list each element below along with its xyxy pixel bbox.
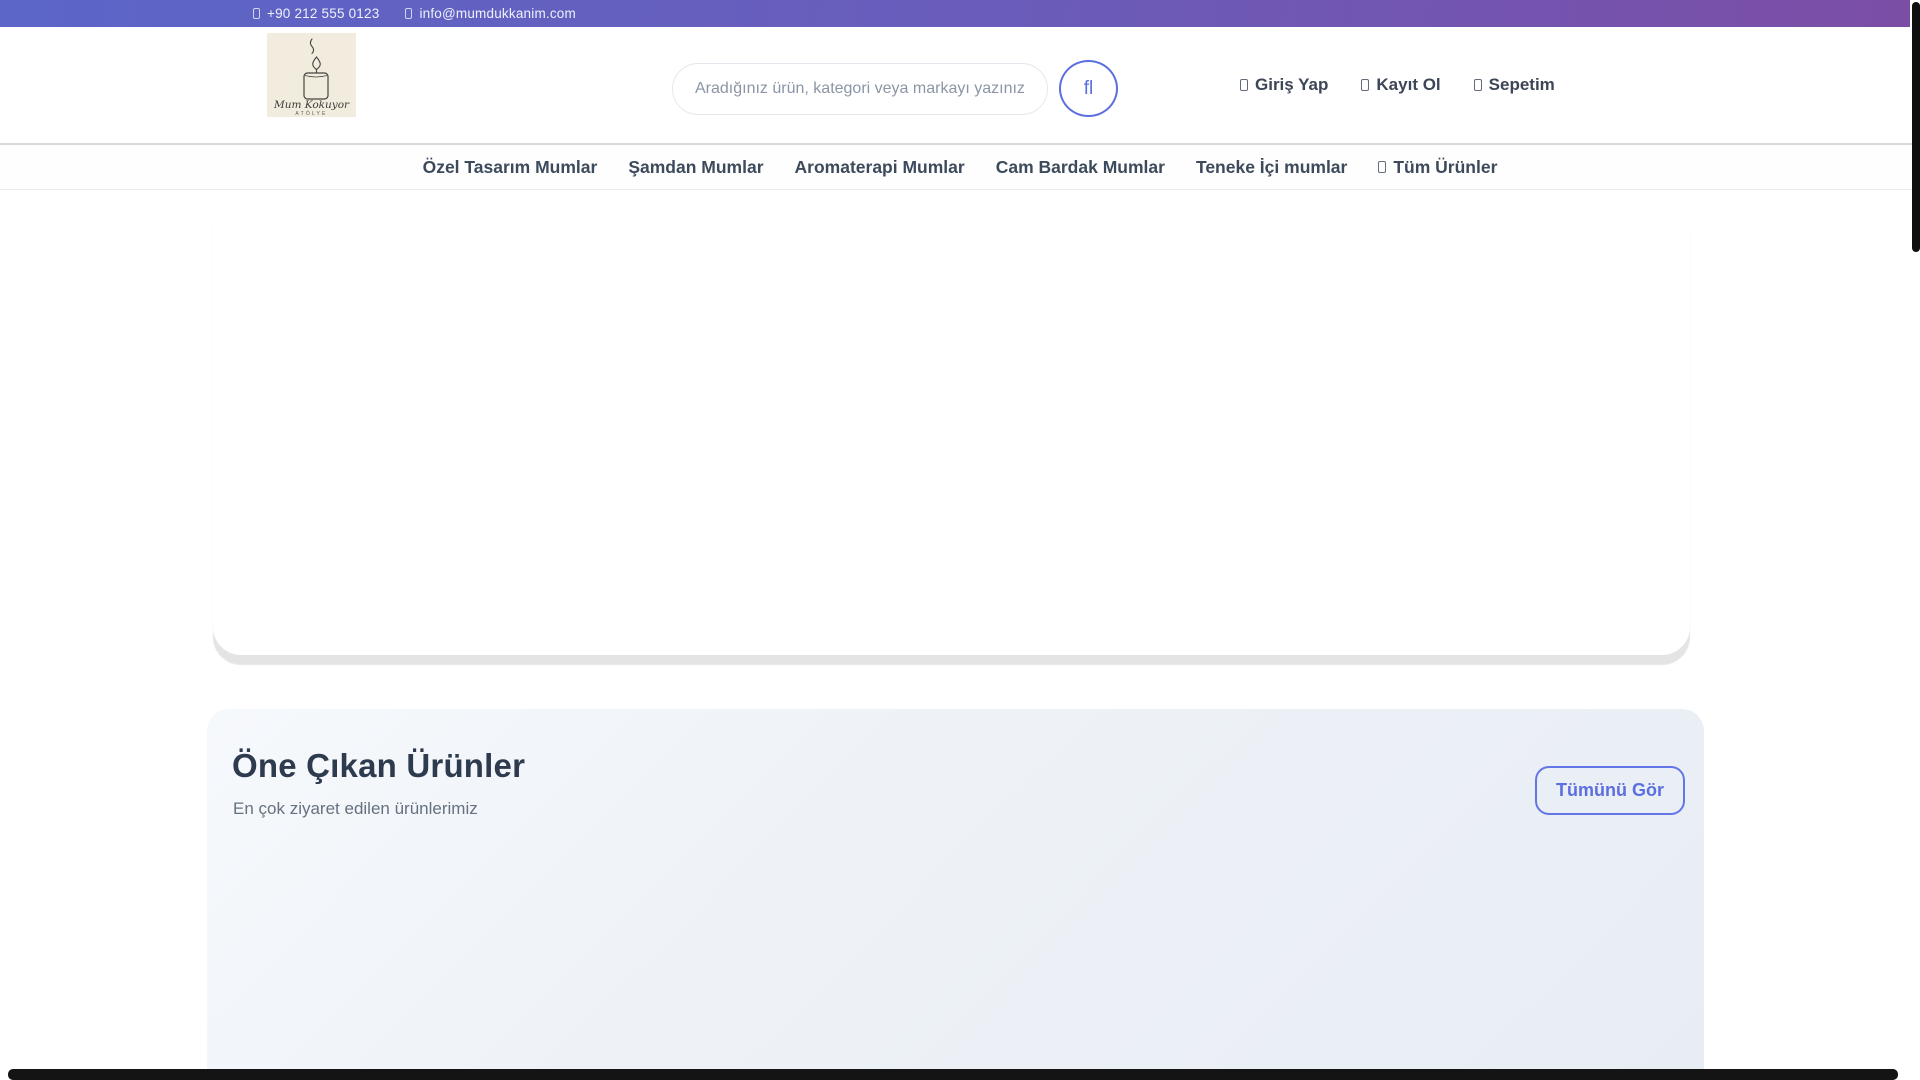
- view-all-button[interactable]: Tümünü Gör: [1535, 766, 1685, 815]
- all-products-icon: [1378, 161, 1387, 173]
- section-title: Öne Çıkan Ürünler: [232, 747, 526, 784]
- user-icon: [1240, 79, 1248, 91]
- top-contact-bar: +90 212 555 0123 info@mumdukkanim.com: [0, 0, 1910, 27]
- hero-banner: [213, 192, 1690, 655]
- nav-item-label: Aromaterapi Mumlar: [794, 156, 965, 177]
- cart-icon: [1473, 79, 1482, 91]
- header: Mum Kokuyor ATÖLYE fl Giriş Yap Kayıt Ol…: [0, 27, 1920, 143]
- nav-item-cam-bardak[interactable]: Cam Bardak Mumlar: [996, 157, 1165, 178]
- nav-item-label: Tüm Ürünler: [1393, 156, 1498, 177]
- email-contact[interactable]: info@mumdukkanim.com: [405, 6, 576, 21]
- register-link[interactable]: Kayıt Ol: [1361, 75, 1441, 95]
- search-bar: fl: [672, 60, 1118, 117]
- flame-shape: [312, 56, 321, 71]
- nav-item-label: Cam Bardak Mumlar: [995, 156, 1165, 177]
- email-address: info@mumdukkanim.com: [419, 6, 576, 21]
- nav-item-label: Şamdan Mumlar: [628, 156, 764, 177]
- login-link[interactable]: Giriş Yap: [1240, 75, 1328, 95]
- nav-item-samdan[interactable]: Şamdan Mumlar: [628, 157, 763, 178]
- logo[interactable]: Mum Kokuyor ATÖLYE: [267, 33, 356, 117]
- candle-logo-image: Mum Kokuyor ATÖLYE: [273, 38, 350, 117]
- login-label: Giriş Yap: [1255, 75, 1329, 94]
- nav-item-aromaterapi[interactable]: Aromaterapi Mumlar: [795, 157, 965, 178]
- register-icon: [1361, 79, 1370, 91]
- nav-item-teneke-ici[interactable]: Teneke İçi mumlar: [1196, 157, 1347, 178]
- page: +90 212 555 0123 info@mumdukkanim.com Mu…: [0, 0, 1920, 1080]
- section-subtitle: En çok ziyaret edilen ürünlerimiz: [233, 799, 478, 818]
- register-label: Kayıt Ol: [1376, 75, 1441, 94]
- account-links: Giriş Yap Kayıt Ol Sepetim: [1240, 27, 1555, 143]
- nav-item-label: Özel Tasarım Mumlar: [422, 156, 598, 177]
- contact-info: +90 212 555 0123 info@mumdukkanim.com: [253, 0, 576, 27]
- phone-number: +90 212 555 0123: [267, 6, 380, 21]
- logo-script-text: Mum Kokuyor: [273, 99, 350, 111]
- logo-tagline-text: ATÖLYE: [295, 110, 327, 117]
- vertical-scrollbar-thumb[interactable]: [1912, 2, 1920, 252]
- search-input[interactable]: [672, 62, 1048, 115]
- cart-label: Sepetim: [1488, 75, 1555, 94]
- phone-contact[interactable]: +90 212 555 0123: [253, 6, 379, 21]
- search-icon: fl: [1083, 77, 1094, 99]
- nav-item-ozel-tasarim[interactable]: Özel Tasarım Mumlar: [423, 157, 598, 178]
- bottom-bar: [8, 1069, 1898, 1080]
- mail-icon: [405, 8, 413, 19]
- nav-item-tum-urunler[interactable]: Tüm Ürünler: [1378, 157, 1497, 178]
- search-button[interactable]: fl: [1059, 60, 1118, 117]
- phone-icon: [253, 8, 260, 19]
- candle-rim: [304, 75, 328, 78]
- smoke-squiggle: [309, 38, 315, 55]
- category-nav: Özel Tasarım Mumlar Şamdan Mumlar Aromat…: [0, 143, 1920, 190]
- featured-products-section: Öne Çıkan Ürünler En çok ziyaret edilen …: [207, 709, 1704, 1080]
- nav-item-label: Teneke İçi mumlar: [1195, 156, 1348, 177]
- cart-link[interactable]: Sepetim: [1473, 75, 1555, 95]
